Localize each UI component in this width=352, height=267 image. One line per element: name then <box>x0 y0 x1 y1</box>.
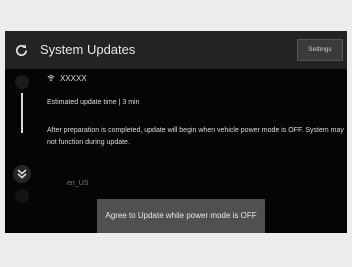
frame: System Updates Settings XXXXX Estimated … <box>0 0 352 267</box>
locale-label: en_US <box>67 180 89 187</box>
scroll-thumb[interactable] <box>21 93 23 133</box>
double-chevron-down-icon <box>17 169 27 179</box>
scroll-down-button[interactable] <box>13 165 31 183</box>
scroll-end-indicator <box>15 189 29 203</box>
header-bar: System Updates Settings <box>5 31 347 69</box>
page-title: System Updates <box>40 42 136 57</box>
settings-button[interactable]: Settings <box>297 39 343 61</box>
refresh-icon[interactable] <box>14 43 29 58</box>
update-screen: System Updates Settings XXXXX Estimated … <box>5 31 347 233</box>
wifi-icon <box>47 75 55 81</box>
scroll-up-indicator <box>15 75 29 89</box>
agree-update-button[interactable]: Agree to Update while power mode is OFF <box>97 199 265 233</box>
network-name: XXXXX <box>60 74 87 83</box>
update-message: After preparation is completed, update w… <box>47 127 344 146</box>
network-row: XXXXX <box>47 74 87 84</box>
estimated-update-time: Estimated update time | 3 min <box>47 99 140 106</box>
